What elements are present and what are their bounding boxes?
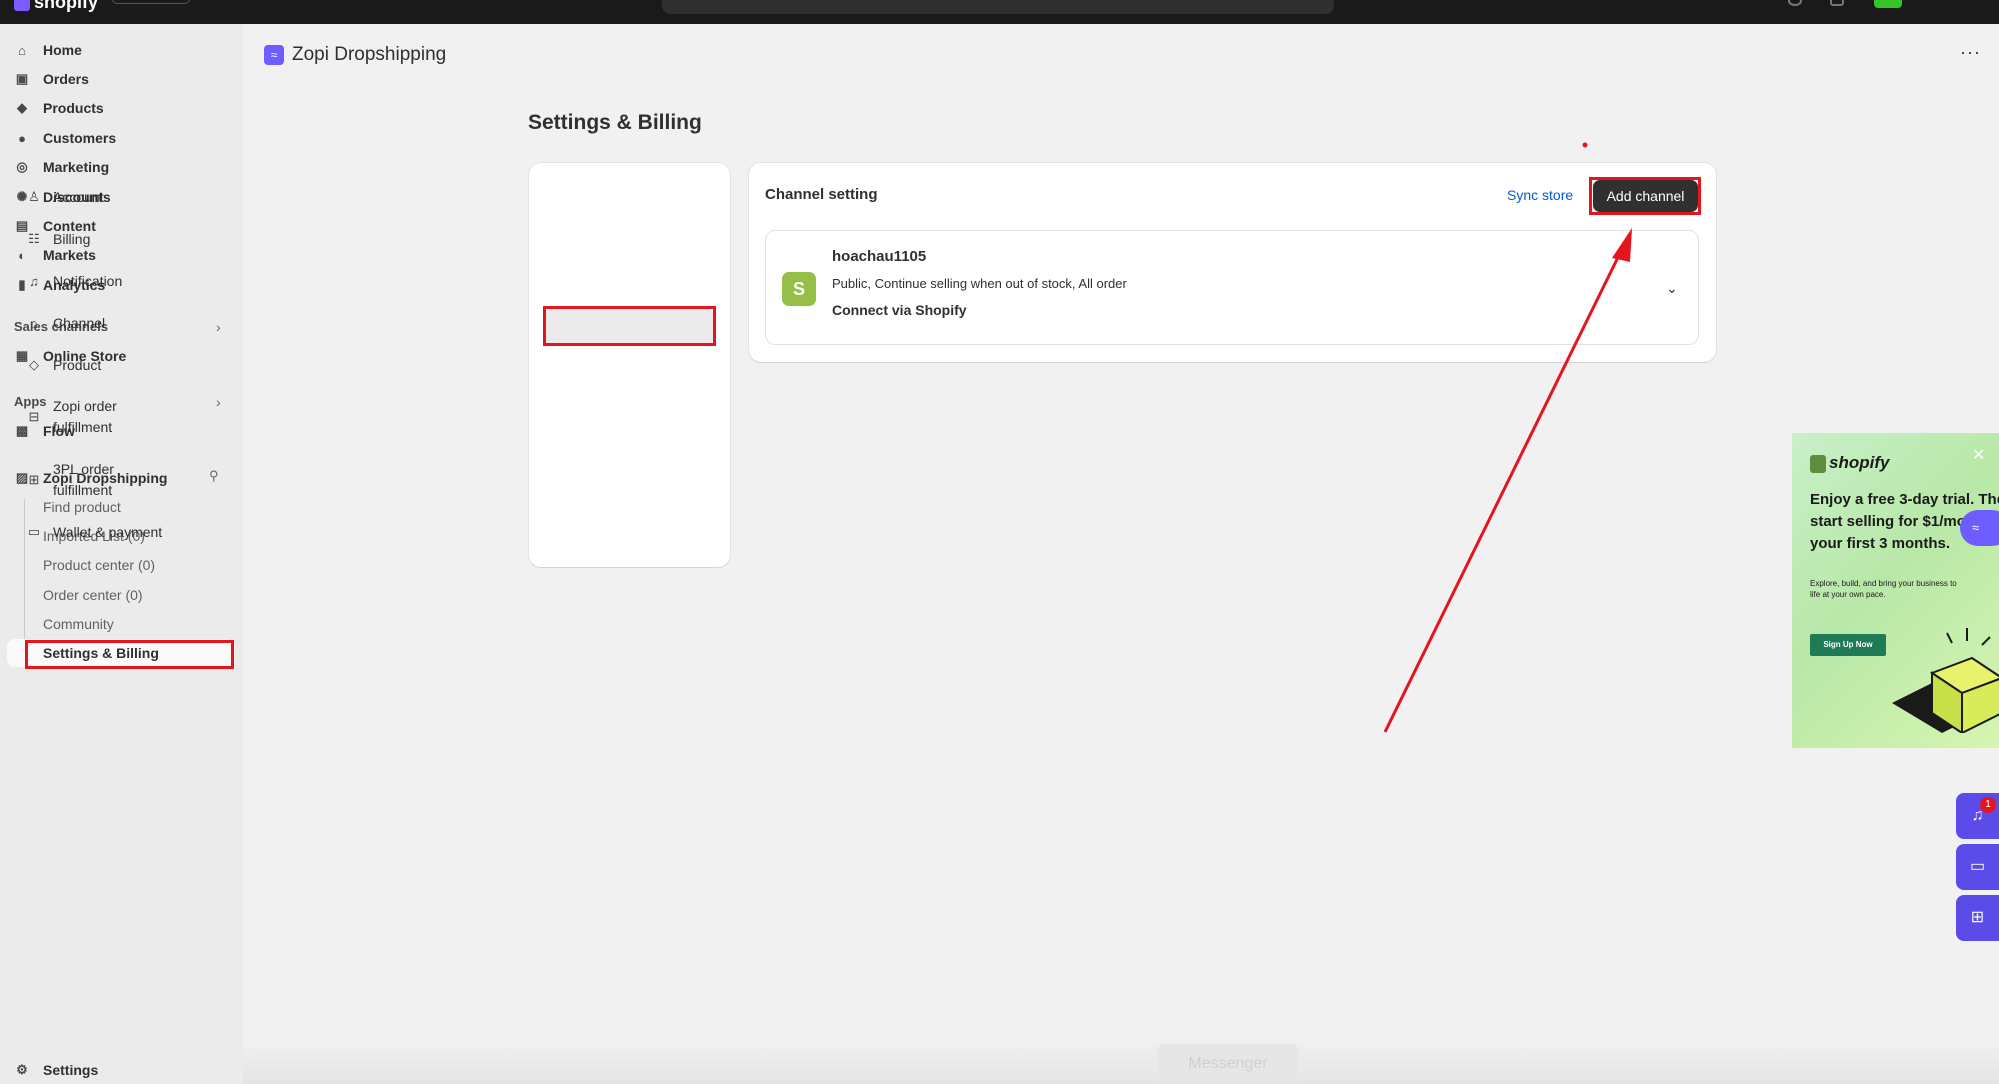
menu-item-billing[interactable]: ☷ Billing: [26, 231, 90, 247]
bell-icon: ♫: [29, 273, 39, 289]
globe-icon: ◐: [18, 247, 26, 263]
sidebar-item-customers[interactable]: ● Customers: [14, 127, 116, 149]
shopify-logo[interactable]: shopify: [14, 0, 98, 13]
store-settings-summary: Public, Continue selling when out of sto…: [832, 276, 1127, 291]
sidebar-subitem-product-center[interactable]: Product center (0): [43, 557, 155, 573]
zopi-floating-icon[interactable]: ≈: [1960, 510, 1999, 546]
more-actions-icon[interactable]: ···: [1960, 42, 1981, 63]
menu-item-3pl-fulfillment[interactable]: ⊞ 3PL order fulfillment: [26, 459, 143, 501]
app-title: ≈ Zopi Dropshipping: [264, 44, 446, 66]
settings-menu: [529, 163, 730, 567]
store-name: hoachau1105: [832, 248, 927, 265]
person-icon: ●: [18, 130, 26, 146]
bell-icon[interactable]: [1830, 0, 1844, 6]
sidebar-subitem-community[interactable]: Community: [43, 616, 114, 632]
sidebar: [0, 24, 243, 1084]
promo-brand: shopify: [1810, 453, 1889, 473]
box-icon: ⊟: [28, 409, 40, 424]
notification-badge: 1: [1980, 797, 1996, 813]
promo-subtext: Explore, build, and bring your business …: [1810, 579, 1957, 599]
home-icon: ⌂: [18, 42, 26, 58]
gear-icon: ⚙: [16, 1062, 28, 1077]
sidebar-subitem-find-product[interactable]: Find product: [43, 499, 121, 515]
bottom-fade: [243, 1040, 1999, 1084]
sidebar-item-settings[interactable]: ⚙ Settings: [14, 1059, 98, 1081]
menu-item-product[interactable]: ◇ Product: [26, 357, 101, 373]
pin-icon[interactable]: ⚲: [209, 468, 219, 484]
menu-item-channel[interactable]: ⌂ Channel: [26, 315, 105, 331]
messenger-button[interactable]: Messenger: [1158, 1044, 1298, 1084]
store-connection: Connect via Shopify: [832, 302, 967, 318]
search-bar[interactable]: [662, 0, 1334, 14]
menu-item-account[interactable]: ♙ Account: [26, 189, 103, 205]
sidebar-subitem-order-center[interactable]: Order center (0): [43, 587, 143, 603]
chat-icon: ▭: [1969, 858, 1986, 875]
channel-setting-title: Channel setting: [765, 186, 878, 203]
tag-icon: ◇: [29, 357, 39, 372]
chevron-right-icon[interactable]: ›: [216, 394, 221, 410]
shopify-promo-banner[interactable]: shopify ✕ Enjoy a free 3-day trial. Then…: [1792, 433, 1999, 748]
apps-icon: ⊞: [28, 472, 40, 487]
shopify-bag-icon: [1810, 454, 1826, 473]
shopify-bag-icon: [14, 0, 30, 12]
chevron-right-icon[interactable]: ›: [216, 319, 221, 335]
package-illustration: [1892, 628, 1999, 733]
apps-float-button[interactable]: ⊞: [1956, 895, 1999, 941]
chat-float-button[interactable]: ▭: [1956, 844, 1999, 890]
help-icon[interactable]: [1788, 0, 1802, 6]
sidebar-item-markets[interactable]: ◐ Markets: [14, 244, 96, 266]
annotation-box-add-channel: [1589, 177, 1701, 215]
target-icon: ◎: [16, 159, 28, 174]
sidebar-item-marketing[interactable]: ◎ Marketing: [14, 156, 109, 178]
chevron-down-icon[interactable]: ⌄: [1666, 280, 1678, 297]
avatar[interactable]: [1874, 0, 1902, 8]
inbox-icon: ▣: [15, 71, 29, 86]
sidebar-item-orders[interactable]: ▣ Orders: [14, 68, 89, 90]
page-title: Settings & Billing: [528, 111, 702, 134]
close-icon[interactable]: ✕: [1972, 445, 1985, 465]
menu-item-zopi-fulfillment[interactable]: ⊟ Zopi order fulfillment: [26, 396, 143, 438]
store-selector[interactable]: [112, 0, 190, 4]
sub-nav-line: [24, 499, 25, 649]
sidebar-item-products[interactable]: ◆ Products: [14, 97, 104, 119]
wallet-icon: ▭: [27, 524, 41, 539]
zopi-logo-icon: ≈: [264, 45, 284, 65]
menu-item-wallet[interactable]: ▭ Wallet & payment: [26, 524, 162, 540]
apps-icon: ⊞: [1970, 909, 1985, 926]
tag-icon: ◆: [17, 100, 27, 115]
shopify-bag-icon: S: [782, 272, 816, 306]
receipt-icon: ☷: [28, 231, 40, 246]
annotation-box-channel: [543, 306, 716, 346]
store-icon: ⌂: [30, 315, 38, 331]
menu-item-notification[interactable]: ♫ Notification: [26, 273, 122, 289]
annotation-box-sidebar: [25, 640, 234, 669]
top-bar: shopify: [0, 0, 1999, 24]
sidebar-item-home[interactable]: ⌂ Home: [14, 39, 82, 61]
user-icon: ♙: [28, 189, 40, 204]
sync-store-link[interactable]: Sync store: [1507, 187, 1573, 203]
